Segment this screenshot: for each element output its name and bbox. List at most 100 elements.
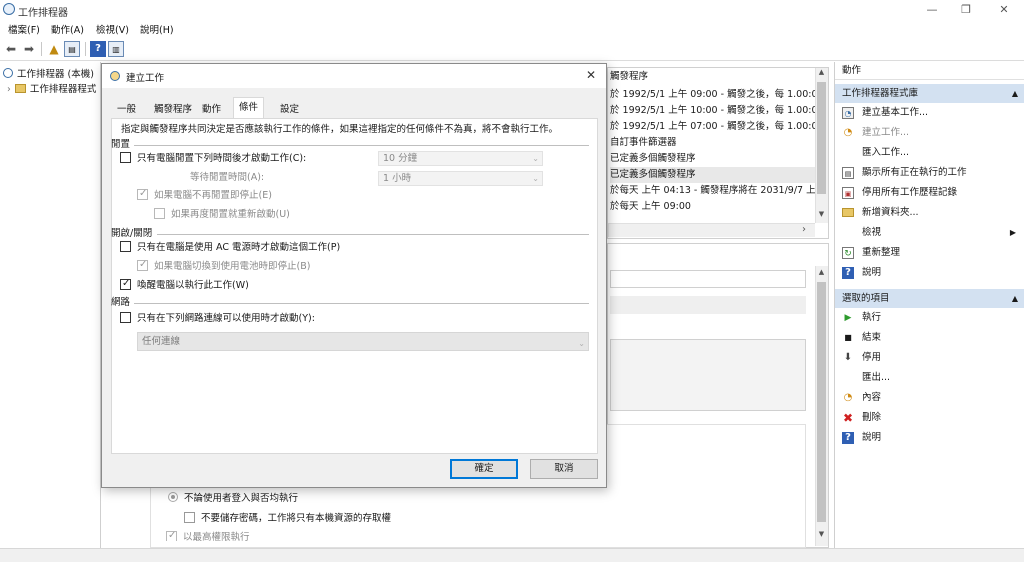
section-selected-item[interactable]: 選取的項目 ▲ <box>835 289 1024 308</box>
action-run[interactable]: ▶ 執行 <box>842 308 1024 328</box>
table-row[interactable]: 於每天 上午 09:00 <box>610 199 815 215</box>
create-task-icon: ◔ <box>843 126 853 138</box>
menu-action[interactable]: 動作(A) <box>51 22 84 36</box>
dropdown-value: 10 分鐘 <box>383 153 418 164</box>
status-bar <box>0 548 1024 562</box>
menu-file[interactable]: 檔案(F) <box>8 22 40 36</box>
action-disable-history[interactable]: ▣ 停用所有工作歷程記錄 <box>842 183 1024 203</box>
ac-power-only-checkbox[interactable]: 只有在電腦是使用 AC 電源時才啟動這個工作(P) <box>120 241 340 255</box>
group-label-network: 網路 <box>111 297 131 308</box>
menu-view[interactable]: 檢視(V) <box>96 22 129 36</box>
end-icon: ■ <box>844 332 852 342</box>
action-disable[interactable]: ⬇ 停用 <box>842 348 1024 368</box>
dialog-close-button[interactable]: ✕ <box>586 68 596 82</box>
show-hide-console-tree-icon[interactable]: ▤ <box>64 41 80 57</box>
expand-chevron-icon[interactable]: › <box>7 84 11 95</box>
checkbox-label: 喚醒電腦以執行此工作(W) <box>137 280 249 291</box>
wait-for-idle-label: 等待閒置時間(A): <box>190 172 265 183</box>
stop-on-battery-checkbox[interactable]: 如果電腦切換到使用電池時即停止(B) <box>137 258 311 274</box>
wake-computer-checkbox[interactable]: 喚醒電腦以執行此工作(W) <box>120 277 249 293</box>
scrollbar-thumb[interactable] <box>817 282 826 522</box>
actions-pane: 動作 工作排程器程式庫 ▲ ◔ 建立基本工作... ◔ 建立工作... 匯入工作..… <box>834 62 1024 548</box>
network-connection-dropdown[interactable]: 任何連線 ⌄ <box>137 332 589 351</box>
table-row-selected[interactable]: 已定義多個觸發程序 <box>610 167 815 183</box>
table-row[interactable]: 於每天 上午 04:13 - 觸發程序將在 2031/9/7 上 <box>610 183 815 199</box>
action-help[interactable]: ? 說明 <box>842 263 1024 283</box>
section-task-library[interactable]: 工作排程器程式庫 ▲ <box>835 84 1024 103</box>
tab-triggers[interactable]: 觸發程序 <box>149 100 197 119</box>
action-properties[interactable]: ◔ 內容 <box>842 388 1024 408</box>
action-delete[interactable]: ✖ 刪除 <box>842 408 1024 428</box>
checkbox-label: 如果電腦切換到使用電池時即停止(B) <box>154 261 311 272</box>
group-label-idle: 閒置 <box>111 139 131 150</box>
tree-item-root[interactable]: 工作排程器 (本機) <box>3 66 94 80</box>
window-title: 工作排程器 <box>18 8 68 19</box>
action-display-running-tasks[interactable]: ▤ 顯示所有正在執行的工作 <box>842 163 1024 183</box>
table-row[interactable]: 自訂事件篩選器 <box>610 135 815 151</box>
run-icon: ▶ <box>844 312 852 323</box>
highest-privileges-checkbox[interactable]: 以最高權限執行 <box>166 531 250 541</box>
tab-actions[interactable]: 動作 <box>197 100 226 119</box>
running-tasks-icon: ▤ <box>842 166 854 179</box>
action-new-folder[interactable]: 新增資料夾... <box>842 203 1024 223</box>
scroll-up-icon[interactable]: ▲ <box>816 268 827 276</box>
tab-settings[interactable]: 設定 <box>275 100 304 119</box>
scroll-up-icon[interactable]: ▲ <box>816 68 827 80</box>
tab-general[interactable]: 一般 <box>112 100 141 119</box>
do-not-store-password-checkbox[interactable]: 不要儲存密碼，工作將只有本機資源的存取權 <box>184 512 391 526</box>
action-refresh[interactable]: ↻ 重新整理 <box>842 243 1024 263</box>
action-create-basic-task[interactable]: ◔ 建立基本工作... <box>842 103 1024 123</box>
cancel-button[interactable]: 取消 <box>530 459 598 479</box>
scroll-down-icon[interactable]: ▼ <box>816 210 827 222</box>
collapse-icon[interactable]: ▲ <box>1012 289 1018 308</box>
action-import-task[interactable]: 匯入工作... <box>842 143 1024 163</box>
restart-if-idle-checkbox[interactable]: 如果再度閒置就重新啟動(U) <box>154 208 290 222</box>
forward-arrow-icon[interactable]: ➡ <box>21 41 37 57</box>
help-icon[interactable]: ? <box>90 41 106 57</box>
column-header-triggers[interactable]: 觸發程序 <box>610 69 815 85</box>
disable-icon: ⬇ <box>843 351 853 363</box>
tab-conditions[interactable]: 條件 <box>233 97 265 119</box>
action-label: 說明 <box>862 267 882 278</box>
group-divider <box>157 234 589 235</box>
back-arrow-icon[interactable]: ⬅ <box>3 41 19 57</box>
action-create-task[interactable]: ◔ 建立工作... <box>842 123 1024 143</box>
wait-idle-dropdown[interactable]: 1 小時 ⌄ <box>378 171 543 186</box>
close-window-button[interactable]: ✕ <box>986 1 1022 19</box>
stop-if-not-idle-checkbox[interactable]: 如果電腦不再閒置即停止(E) <box>137 187 272 203</box>
tree-item-library[interactable]: › 工作排程器程式 <box>7 81 96 95</box>
dialog-title-bar <box>102 64 606 88</box>
toolbar-separator <box>41 42 42 56</box>
network-available-checkbox[interactable]: 只有在下列網路連線可以使用時才啟動(Y): <box>120 312 315 326</box>
up-folder-icon[interactable]: ▲ <box>46 41 62 57</box>
chevron-down-icon: ⌄ <box>532 154 539 163</box>
idle-duration-dropdown[interactable]: 10 分鐘 ⌄ <box>378 151 543 166</box>
action-help-selected[interactable]: ? 說明 <box>842 428 1024 448</box>
show-hide-action-pane-icon[interactable]: ▥ <box>108 41 124 57</box>
ok-button[interactable]: 確定 <box>450 459 518 479</box>
tree-library-label: 工作排程器程式 <box>29 84 97 95</box>
action-end[interactable]: ■ 結束 <box>842 328 1024 348</box>
table-row[interactable]: 於 1992/5/1 上午 07:00 - 觸發之後，每 1.00:00 <box>610 119 815 135</box>
chevron-down-icon: ⌄ <box>578 339 585 348</box>
start-if-idle-checkbox[interactable]: 只有電腦閒置下列時間後才啟動工作(C): <box>120 152 306 166</box>
create-basic-task-icon: ◔ <box>842 106 854 119</box>
run-whether-logged-on-radio[interactable]: 不論使用者登入與否均執行 <box>168 492 298 506</box>
minimize-button[interactable]: — <box>914 1 950 19</box>
table-row[interactable]: 於 1992/5/1 上午 10:00 - 觸發之後，每 1.00:00 <box>610 103 815 119</box>
scrollbar-thumb[interactable] <box>817 82 826 194</box>
action-export[interactable]: 匯出... <box>842 368 1024 388</box>
scroll-right-icon[interactable]: › <box>802 224 814 235</box>
collapse-icon[interactable]: ▲ <box>1012 84 1018 103</box>
task-list-horizontal-scrollbar[interactable] <box>608 223 815 237</box>
folder-icon <box>14 84 26 93</box>
action-view[interactable]: 檢視 ▶ <box>842 223 1024 243</box>
details-field <box>610 270 806 288</box>
table-row[interactable]: 已定義多個觸發程序 <box>610 151 815 167</box>
action-label: 匯出... <box>862 372 891 383</box>
table-row[interactable]: 於 1992/5/1 上午 09:00 - 觸發之後，每 1.00:00 <box>610 87 815 103</box>
menu-help[interactable]: 說明(H) <box>140 22 174 36</box>
clock-icon <box>110 71 120 81</box>
scroll-down-icon[interactable]: ▼ <box>816 530 827 538</box>
restore-button[interactable]: ❐ <box>948 1 984 19</box>
